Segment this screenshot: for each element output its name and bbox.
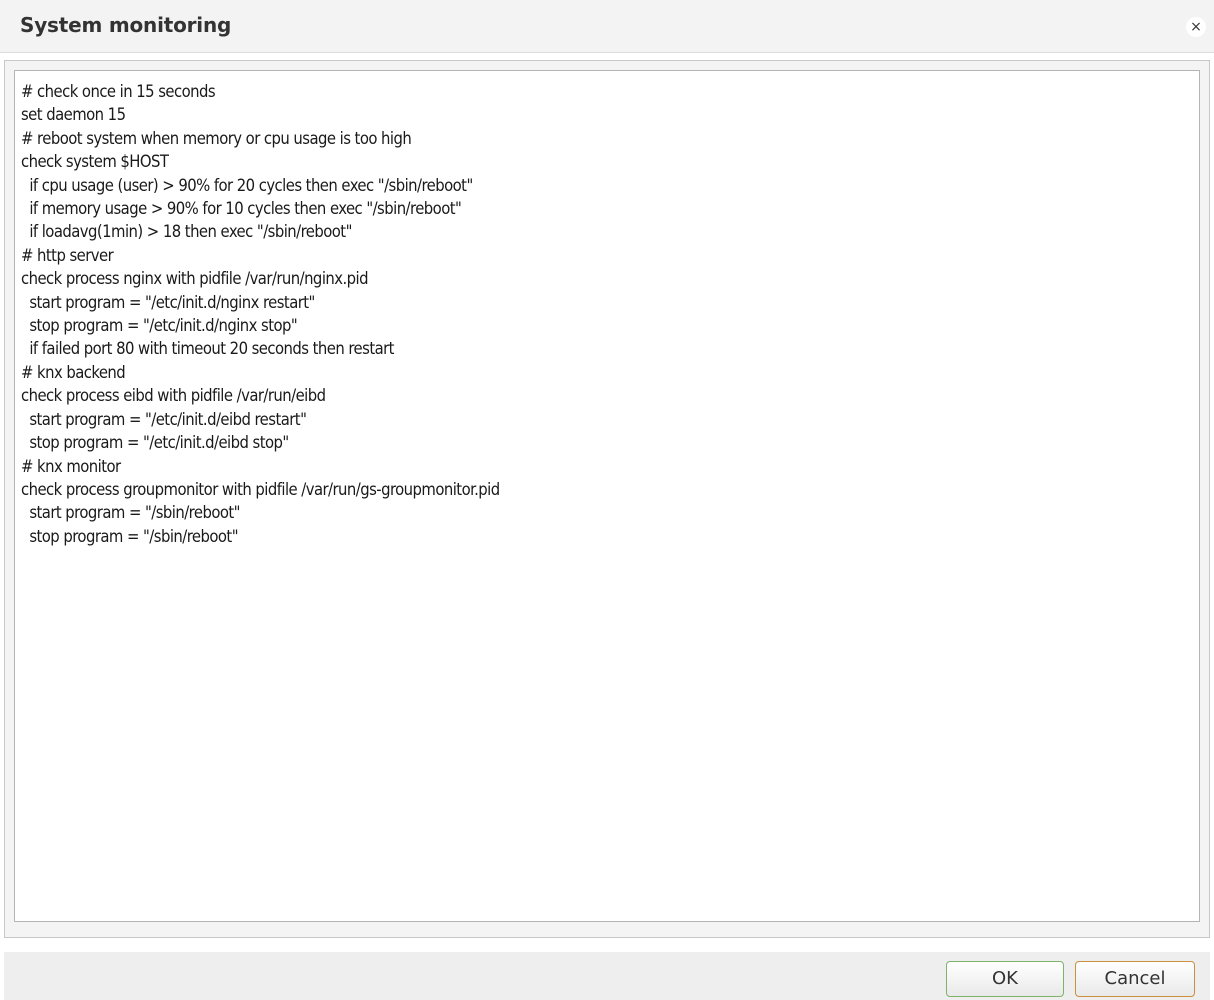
dialog-body: # check once in 15 seconds set daemon 15… — [4, 60, 1210, 938]
cancel-button[interactable]: Cancel — [1075, 961, 1195, 997]
close-icon[interactable]: × — [1186, 17, 1206, 37]
dialog-footer: OK Cancel — [4, 952, 1210, 1000]
system-monitoring-dialog: System monitoring × # check once in 15 s… — [0, 0, 1214, 1000]
dialog-title: System monitoring — [20, 13, 232, 37]
dialog-titlebar: System monitoring × — [0, 0, 1214, 53]
config-editor[interactable]: # check once in 15 seconds set daemon 15… — [14, 70, 1200, 922]
ok-button[interactable]: OK — [946, 961, 1064, 997]
